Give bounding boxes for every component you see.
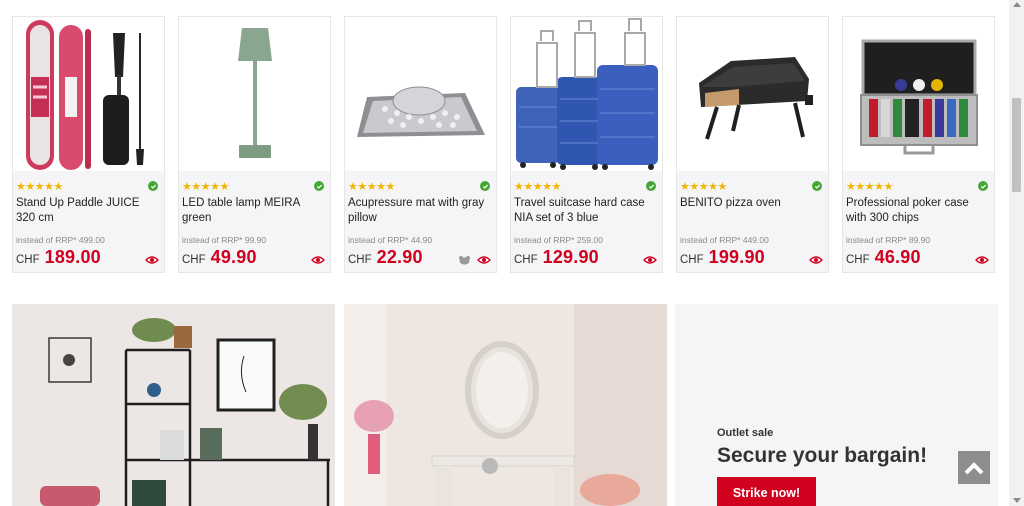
outlet-title: Secure your bargain!: [717, 444, 928, 467]
price-amount: 22.90: [376, 247, 423, 267]
star-rating: ★★★★★: [680, 181, 727, 193]
category-banner-bedroom[interactable]: [344, 304, 667, 506]
star-rating: ★★★★★: [16, 181, 63, 193]
product-name[interactable]: BENITO pizza oven: [680, 196, 824, 211]
currency: CHF: [514, 254, 538, 266]
eye-icon[interactable]: [145, 255, 159, 265]
price-amount: 199.90: [708, 247, 765, 267]
eye-icon[interactable]: [809, 255, 823, 265]
product-card[interactable]: ★★★★★ Stand Up Paddle JUICE 320 cm inste…: [12, 16, 165, 273]
star-rating: ★★★★★: [182, 181, 229, 193]
scroll-up-arrow-icon[interactable]: [1013, 2, 1021, 7]
star-rating: ★★★★★: [348, 181, 395, 193]
product-card[interactable]: ★★★★★ Professional poker case with 300 c…: [842, 16, 995, 273]
star-rating: ★★★★★: [846, 181, 893, 193]
currency: CHF: [348, 254, 372, 266]
vertical-scrollbar[interactable]: [1009, 0, 1024, 506]
price: CHF 49.90: [182, 247, 257, 268]
rrp-price: instead of RRP* 259.00: [514, 235, 603, 245]
product-card[interactable]: ★★★★★ Travel suitcase hard case NIA set …: [510, 16, 663, 273]
product-image-lamp[interactable]: [179, 17, 330, 171]
scroll-down-arrow-icon[interactable]: [1013, 498, 1021, 503]
bear-icon: [459, 256, 470, 265]
product-name[interactable]: Professional poker case with 300 chips: [846, 196, 990, 226]
rrp-price: instead of RRP* 44.90: [348, 235, 433, 245]
available-check-icon: [812, 181, 822, 191]
available-check-icon: [646, 181, 656, 191]
product-name[interactable]: Acupressure mat with gray pillow: [348, 196, 492, 226]
product-row: ★★★★★ Stand Up Paddle JUICE 320 cm inste…: [12, 16, 998, 273]
product-image-acupressure-mat[interactable]: [345, 17, 496, 171]
price-amount: 189.00: [44, 247, 101, 267]
product-card[interactable]: ★★★★★ LED table lamp MEIRA green instead…: [178, 16, 331, 273]
price: CHF 129.90: [514, 247, 599, 268]
product-image-poker-case[interactable]: [843, 17, 994, 171]
eye-icon[interactable]: [643, 255, 657, 265]
currency: CHF: [846, 254, 870, 266]
price-amount: 49.90: [210, 247, 257, 267]
scroll-to-top-button[interactable]: [958, 451, 990, 484]
category-banner-living[interactable]: [12, 304, 335, 506]
product-image-sup[interactable]: [13, 17, 164, 171]
eye-icon[interactable]: [975, 255, 989, 265]
strike-now-button[interactable]: Strike now!: [717, 477, 816, 506]
available-check-icon: [480, 181, 490, 191]
rrp-price: instead of RRP* 89.90: [846, 235, 931, 245]
available-check-icon: [148, 181, 158, 191]
outlet-label: Outlet sale: [717, 427, 774, 439]
available-check-icon: [978, 181, 988, 191]
price: CHF 199.90: [680, 247, 765, 268]
currency: CHF: [182, 254, 206, 266]
product-card[interactable]: ★★★★★ Acupressure mat with gray pillow i…: [344, 16, 497, 273]
rrp-price: instead of RRP* 449.00: [680, 235, 769, 245]
eye-icon[interactable]: [477, 255, 491, 265]
product-name[interactable]: Stand Up Paddle JUICE 320 cm: [16, 196, 160, 226]
price: CHF 22.90: [348, 247, 423, 268]
price-amount: 129.90: [542, 247, 599, 267]
price-amount: 46.90: [874, 247, 921, 267]
rrp-price: instead of RRP* 499.00: [16, 235, 105, 245]
price: CHF 46.90: [846, 247, 921, 268]
currency: CHF: [680, 254, 704, 266]
product-image-pizza-oven[interactable]: [677, 17, 828, 171]
currency: CHF: [16, 254, 40, 266]
chevron-up-icon: [964, 461, 984, 474]
outlet-banner: Outlet sale Secure your bargain! Strike …: [675, 304, 998, 506]
star-rating: ★★★★★: [514, 181, 561, 193]
price: CHF 189.00: [16, 247, 101, 268]
product-name[interactable]: Travel suitcase hard case NIA set of 3 b…: [514, 196, 658, 226]
scrollbar-thumb[interactable]: [1012, 98, 1021, 192]
product-card[interactable]: ★★★★★ BENITO pizza oven instead of RRP* …: [676, 16, 829, 273]
page: ★★★★★ Stand Up Paddle JUICE 320 cm inste…: [0, 0, 1024, 506]
product-name[interactable]: LED table lamp MEIRA green: [182, 196, 326, 226]
rrp-price: instead of RRP* 99.90: [182, 235, 267, 245]
available-check-icon: [314, 181, 324, 191]
product-image-suitcases[interactable]: [511, 17, 662, 171]
eye-icon[interactable]: [311, 255, 325, 265]
